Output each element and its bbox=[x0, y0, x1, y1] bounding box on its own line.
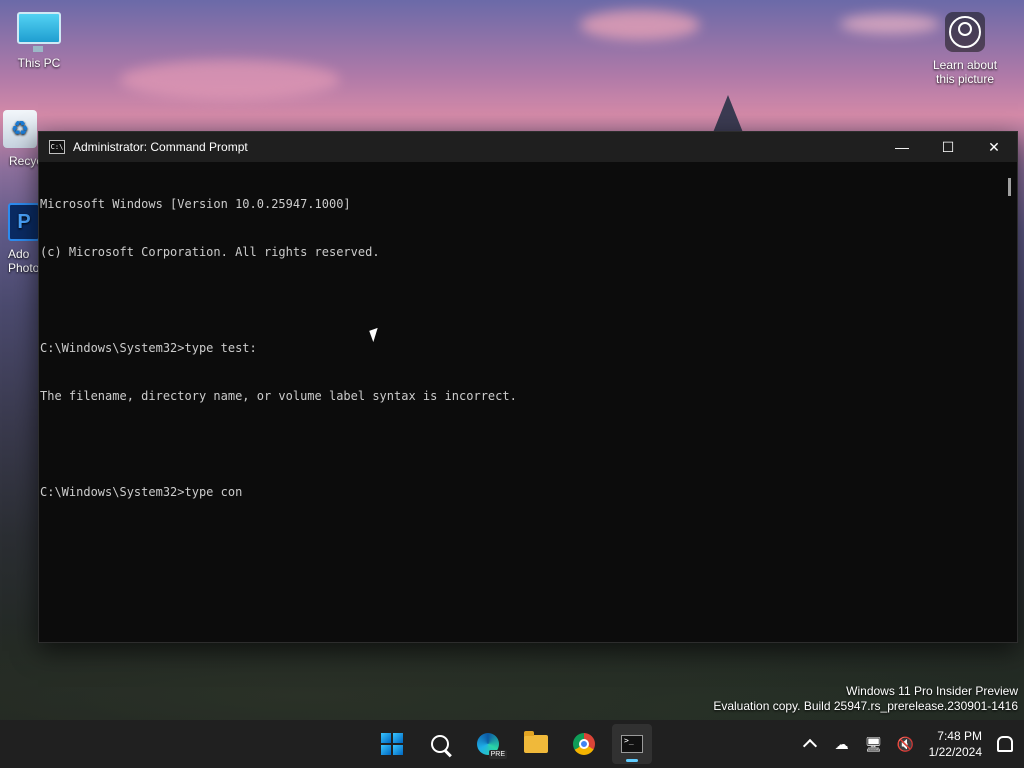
chrome-icon bbox=[573, 733, 595, 755]
console-line: C:\Windows\System32>type test: bbox=[40, 341, 257, 355]
bell-icon bbox=[997, 736, 1013, 752]
taskbar-apps: PRE >_ bbox=[372, 724, 652, 764]
command-prompt-window[interactable]: C:\ Administrator: Command Prompt — ☐ ✕ … bbox=[38, 131, 1018, 643]
clock-time: 7:48 PM bbox=[937, 729, 982, 743]
notification-button[interactable] bbox=[996, 735, 1014, 753]
edge-icon: PRE bbox=[477, 733, 507, 759]
window-titlebar[interactable]: C:\ Administrator: Command Prompt — ☐ ✕ bbox=[39, 132, 1017, 162]
edge-pre-badge: PRE bbox=[488, 750, 507, 759]
desktop-icon-label: Ado Photo bbox=[8, 247, 40, 275]
learn-about-picture-label: Learn about this picture bbox=[932, 58, 998, 86]
castle-spire bbox=[712, 95, 744, 135]
desktop-icon-this-pc[interactable]: This PC bbox=[3, 12, 75, 70]
chrome-button[interactable] bbox=[564, 724, 604, 764]
camera-icon bbox=[945, 12, 985, 52]
cmd-icon: C:\ bbox=[49, 140, 65, 154]
console-prompt-line: C:\Windows\System32>type con bbox=[40, 485, 243, 499]
show-hidden-icons-button[interactable] bbox=[801, 735, 819, 754]
watermark-line: Evaluation copy. Build 25947.rs_prerelea… bbox=[713, 699, 1018, 713]
console-line: (c) Microsoft Corporation. All rights re… bbox=[40, 245, 380, 259]
photoshop-icon: P bbox=[8, 203, 40, 243]
clock-date: 1/22/2024 bbox=[928, 745, 982, 759]
console-output[interactable]: Microsoft Windows [Version 10.0.25947.10… bbox=[39, 162, 1001, 642]
terminal-icon: >_ bbox=[621, 735, 643, 753]
chevron-up-icon bbox=[802, 738, 817, 754]
start-button[interactable] bbox=[372, 724, 412, 764]
console-scrollbar[interactable] bbox=[1001, 162, 1017, 642]
search-icon bbox=[431, 735, 449, 753]
scrollbar-thumb[interactable] bbox=[1008, 178, 1011, 196]
console-line: ​ bbox=[40, 292, 1001, 308]
console-line: The filename, directory name, or volume … bbox=[40, 389, 517, 403]
close-button[interactable]: ✕ bbox=[971, 132, 1017, 162]
window-title: Administrator: Command Prompt bbox=[73, 140, 248, 154]
computer-icon bbox=[17, 12, 61, 52]
file-explorer-button[interactable] bbox=[516, 724, 556, 764]
search-button[interactable] bbox=[420, 724, 460, 764]
console-line: ​ bbox=[40, 436, 1001, 452]
desktop-icon-label: This PC bbox=[17, 56, 61, 70]
volume-muted-icon[interactable]: 🔇 bbox=[897, 735, 915, 753]
onedrive-icon[interactable]: ☁ bbox=[833, 735, 851, 753]
clock[interactable]: 7:48 PM 1/22/2024 bbox=[929, 728, 982, 760]
desktop-icon-label: Recyc bbox=[9, 154, 43, 168]
system-tray: ☁ 🖥 🔇 7:48 PM 1/22/2024 bbox=[801, 720, 1014, 768]
taskbar: PRE >_ ☁ 🖥 🔇 7:48 PM 1/22/2024 bbox=[0, 720, 1024, 768]
watermark-line: Windows 11 Pro Insider Preview bbox=[846, 684, 1018, 698]
evaluation-watermark: Windows 11 Pro Insider Preview Evaluatio… bbox=[713, 684, 1018, 714]
recycle-bin-icon bbox=[0, 110, 40, 150]
learn-about-picture[interactable]: Learn about this picture bbox=[922, 12, 1008, 86]
terminal-button[interactable]: >_ bbox=[612, 724, 652, 764]
minimize-button[interactable]: — bbox=[879, 132, 925, 162]
desktop-icon-photoshop[interactable]: P Ado Photo bbox=[8, 203, 40, 275]
folder-icon bbox=[524, 731, 548, 753]
background-cloud bbox=[580, 10, 700, 40]
maximize-button[interactable]: ☐ bbox=[925, 132, 971, 162]
edge-button[interactable]: PRE bbox=[468, 724, 508, 764]
background-cloud bbox=[120, 60, 340, 100]
console-line: Microsoft Windows [Version 10.0.25947.10… bbox=[40, 197, 351, 211]
desktop-icon-recycle-bin[interactable]: Recyc bbox=[0, 110, 43, 168]
network-icon[interactable]: 🖥 bbox=[865, 735, 883, 753]
windows-logo-icon bbox=[381, 733, 403, 755]
